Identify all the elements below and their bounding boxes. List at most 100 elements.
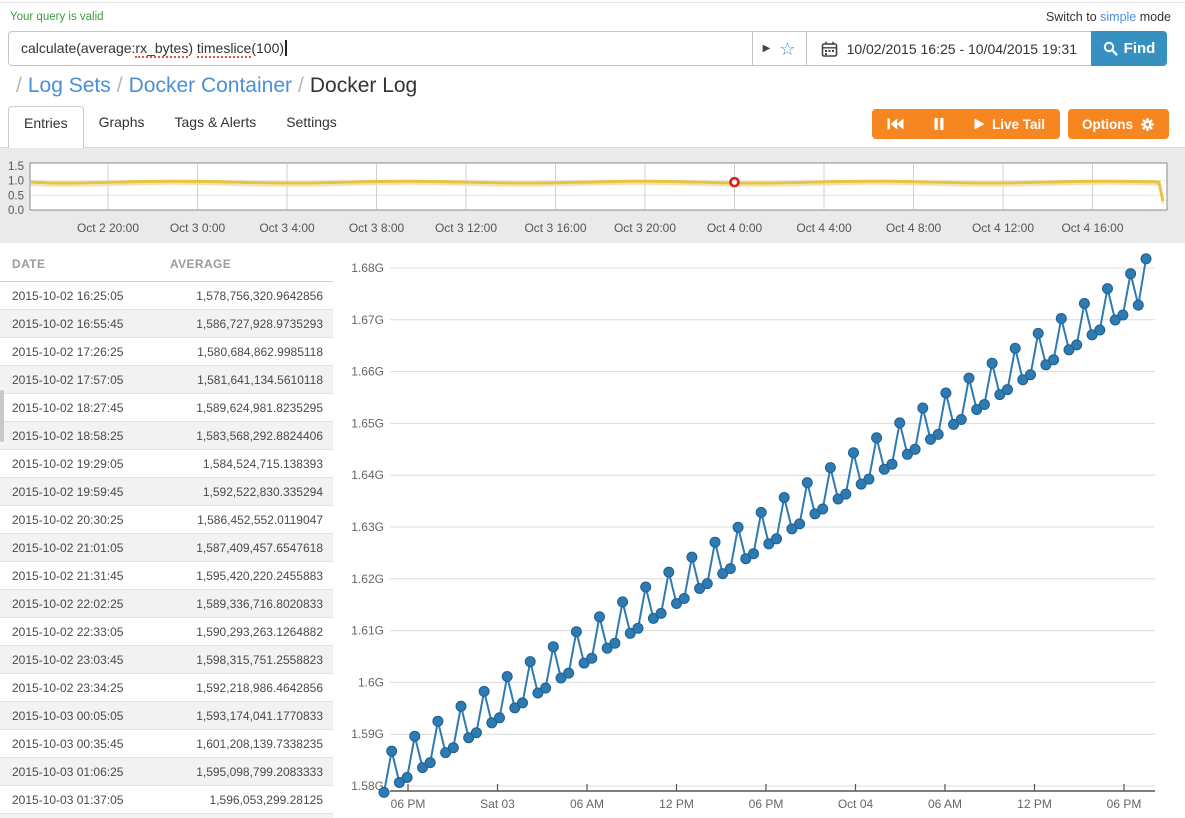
breadcrumb-link-docker-container[interactable]: Docker Container bbox=[129, 74, 292, 97]
chart-data-point[interactable] bbox=[1033, 328, 1043, 338]
chart-data-point[interactable] bbox=[933, 429, 943, 439]
chart-data-point[interactable] bbox=[664, 567, 674, 577]
chart-data-point[interactable] bbox=[564, 668, 574, 678]
chart-data-point[interactable] bbox=[987, 358, 997, 368]
timeline-chart[interactable]: Oct 2 20:00Oct 3 0:00Oct 3 4:00Oct 3 8:0… bbox=[0, 148, 1185, 244]
chart-data-point[interactable] bbox=[1141, 254, 1151, 264]
chart-data-point[interactable] bbox=[918, 403, 928, 413]
chart-data-point[interactable] bbox=[402, 773, 412, 783]
chart-data-point[interactable] bbox=[618, 597, 628, 607]
tab-entries[interactable]: Entries bbox=[8, 106, 84, 148]
average-cell: 1,592,522,830.335294 bbox=[158, 478, 333, 506]
chart-data-point[interactable] bbox=[425, 758, 435, 768]
chart-data-point[interactable] bbox=[779, 493, 789, 503]
chart-data-point[interactable] bbox=[1118, 310, 1128, 320]
chart-data-point[interactable] bbox=[749, 549, 759, 559]
chart-data-point[interactable] bbox=[895, 418, 905, 428]
tab-settings[interactable]: Settings bbox=[271, 106, 352, 140]
live-tail-button[interactable]: Live Tail bbox=[959, 109, 1060, 139]
chart-data-point[interactable] bbox=[841, 489, 851, 499]
average-cell: 1,604,099,680.9397058 bbox=[158, 814, 333, 818]
chart-data-point[interactable] bbox=[387, 746, 397, 756]
chart-data-point[interactable] bbox=[956, 415, 966, 425]
chart-data-point[interactable] bbox=[941, 388, 951, 398]
chart-data-point[interactable] bbox=[1103, 284, 1113, 294]
chart-data-point[interactable] bbox=[1126, 269, 1136, 279]
switch-simple-link[interactable]: simple bbox=[1100, 10, 1136, 24]
tab-tags-alerts[interactable]: Tags & Alerts bbox=[160, 106, 272, 140]
chart-data-point[interactable] bbox=[379, 787, 389, 797]
chart-data-point[interactable] bbox=[610, 638, 620, 648]
chart-data-point[interactable] bbox=[1003, 385, 1013, 395]
chart-data-point[interactable] bbox=[471, 728, 481, 738]
table-row: 2015-10-02 16:25:051,578,756,320.9642856 bbox=[0, 282, 333, 310]
chart-data-point[interactable] bbox=[1026, 370, 1036, 380]
chart-data-point[interactable] bbox=[525, 657, 535, 667]
chart-data-point[interactable] bbox=[1133, 300, 1143, 310]
table-row: 2015-10-03 00:05:051,593,174,041.1770833 bbox=[0, 702, 333, 730]
chart-data-point[interactable] bbox=[818, 504, 828, 514]
find-button[interactable]: Find bbox=[1091, 31, 1167, 66]
timeline-position-marker[interactable] bbox=[731, 178, 739, 186]
chart-data-point[interactable] bbox=[1095, 325, 1105, 335]
chart-data-point[interactable] bbox=[433, 716, 443, 726]
chart-data-point[interactable] bbox=[710, 537, 720, 547]
chart-data-point[interactable] bbox=[1049, 355, 1059, 365]
chart-data-point[interactable] bbox=[772, 534, 782, 544]
timeline-overview[interactable]: Oct 2 20:00Oct 3 0:00Oct 3 4:00Oct 3 8:0… bbox=[0, 147, 1185, 243]
chart-data-point[interactable] bbox=[456, 701, 466, 711]
chart-data-point[interactable] bbox=[872, 433, 882, 443]
main-chart[interactable]: 1.68G1.67G1.66G1.65G1.64G1.63G1.62G1.61G… bbox=[340, 250, 1185, 818]
pause-button[interactable] bbox=[919, 109, 959, 139]
chart-data-point[interactable] bbox=[541, 683, 551, 693]
run-query-icon[interactable]: ▶ bbox=[763, 43, 771, 54]
timeline-x-tick-label: Oct 4 0:00 bbox=[707, 221, 763, 235]
chart-data-point[interactable] bbox=[802, 478, 812, 488]
favorite-star-icon[interactable]: ☆ bbox=[779, 40, 795, 58]
chart-data-point[interactable] bbox=[448, 743, 458, 753]
chart-data-point[interactable] bbox=[979, 400, 989, 410]
chart-data-point[interactable] bbox=[679, 594, 689, 604]
average-cell: 1,590,293,263.1264882 bbox=[158, 618, 333, 646]
chart-data-point[interactable] bbox=[410, 731, 420, 741]
query-input[interactable]: calculate(average:rx_bytes) timeslice(10… bbox=[9, 32, 752, 65]
skip-to-start-button[interactable] bbox=[872, 109, 919, 139]
chart-data-point[interactable] bbox=[849, 448, 859, 458]
table-scrollbar-thumb[interactable] bbox=[0, 390, 4, 442]
chart-data-point[interactable] bbox=[733, 522, 743, 532]
chart-data-point[interactable] bbox=[702, 579, 712, 589]
chart-data-point[interactable] bbox=[479, 686, 489, 696]
tab-graphs[interactable]: Graphs bbox=[84, 106, 160, 140]
chart-data-point[interactable] bbox=[571, 627, 581, 637]
chart-data-point[interactable] bbox=[1010, 343, 1020, 353]
chart-data-point[interactable] bbox=[825, 463, 835, 473]
chart-data-point[interactable] bbox=[1072, 340, 1082, 350]
chart-data-point[interactable] bbox=[548, 642, 558, 652]
chart-data-point[interactable] bbox=[687, 552, 697, 562]
table-row: 2015-10-02 19:59:451,592,522,830.335294 bbox=[0, 478, 333, 506]
chart-y-tick-label: 1.68G bbox=[351, 261, 384, 275]
chart-data-point[interactable] bbox=[864, 474, 874, 484]
chart-data-point[interactable] bbox=[656, 608, 666, 618]
options-button[interactable]: Options bbox=[1068, 109, 1169, 139]
chart-data-point[interactable] bbox=[595, 612, 605, 622]
chart-data-point[interactable] bbox=[756, 507, 766, 517]
chart-data-point[interactable] bbox=[795, 519, 805, 529]
chart-data-point[interactable] bbox=[633, 623, 643, 633]
date-range-picker[interactable]: 10/02/2015 16:25 - 10/04/2015 19:31 bbox=[806, 32, 1091, 65]
chart-data-point[interactable] bbox=[964, 373, 974, 383]
chart-data-point[interactable] bbox=[641, 582, 651, 592]
chart-data-point[interactable] bbox=[910, 444, 920, 454]
chart-data-point[interactable] bbox=[518, 698, 528, 708]
chart-data-point[interactable] bbox=[887, 459, 897, 469]
chart-data-point[interactable] bbox=[495, 713, 505, 723]
chart-data-point[interactable] bbox=[725, 564, 735, 574]
breadcrumb-link-log-sets[interactable]: Log Sets bbox=[28, 74, 111, 97]
text-caret bbox=[285, 40, 287, 56]
query-valid-status: Your query is valid bbox=[10, 11, 104, 23]
chart-data-point[interactable] bbox=[1079, 299, 1089, 309]
tab-bar: EntriesGraphsTags & AlertsSettings bbox=[8, 106, 352, 148]
chart-data-point[interactable] bbox=[502, 672, 512, 682]
chart-data-point[interactable] bbox=[587, 653, 597, 663]
chart-data-point[interactable] bbox=[1056, 314, 1066, 324]
